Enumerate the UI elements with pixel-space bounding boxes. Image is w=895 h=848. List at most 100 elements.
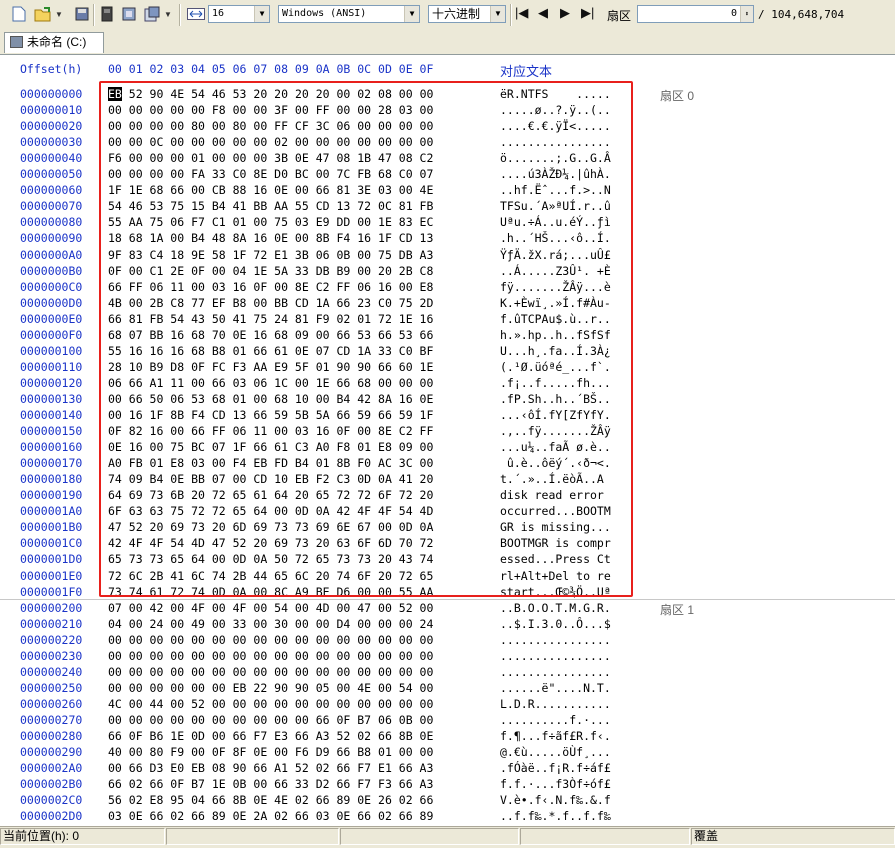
row-hex-bytes[interactable]: 66 FF 06 11 00 03 16 0F 00 8E C2 FF 06 1… xyxy=(108,280,433,294)
row-hex-bytes[interactable]: 42 4F 4F 54 4D 47 52 20 69 73 20 63 6F 6… xyxy=(108,536,433,550)
hex-row[interactable]: 0000002B0 66 02 66 0F B7 1E 0B 00 66 33 D… xyxy=(0,776,895,792)
row-text[interactable]: ŸƒÄ.žX.rá;...uÛ£ xyxy=(500,248,611,262)
hex-row[interactable]: 0000001E0 72 6C 2B 41 6C 74 2B 44 65 6C 2… xyxy=(0,568,895,584)
hex-row[interactable]: 000000230 00 00 00 00 00 00 00 00 00 00 0… xyxy=(0,648,895,664)
row-text[interactable]: ö.......;.G..G.Â xyxy=(500,151,611,165)
row-text[interactable]: start...Œ©¾Ö..Uª xyxy=(500,585,611,599)
row-hex-bytes[interactable]: 00 00 00 00 FA 33 C0 8E D0 BC 00 7C FB 6… xyxy=(108,167,433,181)
row-text[interactable]: U...h¸.fa..Í.3À¿ xyxy=(500,344,611,358)
row-text[interactable]: f.ûTCPAu$.ù..r.. xyxy=(500,312,611,326)
row-text[interactable]: essed...Press Ct xyxy=(500,552,611,566)
hex-row[interactable]: 000000080 55 AA 75 06 F7 C1 01 00 75 03 E… xyxy=(0,214,895,230)
row-text[interactable]: t.´.»..Í.ëòÃ..A xyxy=(500,472,611,486)
hex-row[interactable]: 000000090 18 68 1A 00 B4 48 8A 16 0E 00 8… xyxy=(0,230,895,246)
row-hex-bytes[interactable]: 55 AA 75 06 F7 C1 01 00 75 03 E9 DD 00 1… xyxy=(108,215,433,229)
row-hex-bytes[interactable]: 74 09 B4 0E BB 07 00 CD 10 EB F2 C3 0D 0… xyxy=(108,472,433,486)
row-text[interactable]: disk read error xyxy=(500,488,611,502)
row-text[interactable]: K.+Èwï¸.»Í.f#Àu- xyxy=(500,296,611,310)
row-text[interactable]: ................ xyxy=(500,135,611,149)
row-text[interactable]: .f¡..f.....fh... xyxy=(500,376,611,390)
hex-row[interactable]: 000000030 00 00 0C 00 00 00 00 00 02 00 0… xyxy=(0,134,895,150)
hex-row[interactable]: 000000110 28 10 B9 D8 0F FC F3 AA E9 5F 0… xyxy=(0,359,895,375)
row-hex-bytes[interactable]: 28 10 B9 D8 0F FC F3 AA E9 5F 01 90 90 6… xyxy=(108,360,433,374)
row-text[interactable]: ................ xyxy=(500,665,611,679)
row-hex-bytes[interactable]: 00 00 00 00 00 00 00 00 00 00 00 00 00 0… xyxy=(108,633,433,647)
hex-row[interactable]: 000000000 EB 52 90 4E 54 46 53 20 20 20 2… xyxy=(0,86,895,103)
sector-input[interactable]: 0 ⬍ xyxy=(637,5,754,23)
hex-row[interactable]: 000000240 00 00 00 00 00 00 00 00 00 00 0… xyxy=(0,664,895,680)
hex-row[interactable]: 000000190 64 69 73 6B 20 72 65 61 64 20 6… xyxy=(0,487,895,503)
row-text[interactable]: ..B.O.O.T.M.G.R. xyxy=(500,601,611,615)
row-text[interactable]: ..Á.....Z3Û¹. +È xyxy=(500,264,611,278)
row-text[interactable]: ..$.I.3.0..Ô...$ xyxy=(500,617,611,631)
row-text[interactable]: Uªu.÷Á..u.éÝ..ƒì xyxy=(500,215,611,229)
hex-row[interactable]: 000000140 00 16 1F 8B F4 CD 13 66 59 5B 5… xyxy=(0,407,895,423)
hex-row[interactable]: 0000002A0 00 66 D3 E0 EB 08 90 66 A1 52 0… xyxy=(0,760,895,776)
row-text[interactable]: rl+Alt+Del to re xyxy=(500,569,611,583)
row-text[interactable]: .fP.Sh..h..´BŠ.. xyxy=(500,392,611,406)
row-hex-bytes[interactable]: 00 00 00 00 00 00 00 00 00 00 00 00 00 0… xyxy=(108,665,433,679)
row-hex-bytes[interactable]: 6F 63 63 75 72 72 65 64 00 0D 0A 42 4F 4… xyxy=(108,504,433,518)
hex-row[interactable]: 000000100 55 16 16 16 68 B8 01 66 61 0E 0… xyxy=(0,343,895,359)
save-icon[interactable] xyxy=(73,5,91,23)
row-text[interactable]: TFSu.´A»ªUÍ.r..û xyxy=(500,199,611,213)
hex-row[interactable]: 000000200 07 00 42 00 4F 00 4F 00 54 00 4… xyxy=(0,600,895,617)
hex-row[interactable]: 0000000A0 9F 83 C4 18 9E 58 1F 72 E1 3B 0… xyxy=(0,247,895,263)
row-hex-bytes[interactable]: 65 73 73 65 64 00 0D 0A 50 72 65 73 73 2… xyxy=(108,552,433,566)
hex-row[interactable]: 000000150 0F 82 16 00 66 FF 06 11 00 03 1… xyxy=(0,423,895,439)
hex-row[interactable]: 0000000E0 66 81 FB 54 43 50 41 75 24 81 F… xyxy=(0,311,895,327)
row-hex-bytes[interactable]: 07 00 42 00 4F 00 4F 00 54 00 4D 00 47 0… xyxy=(108,601,433,615)
last-sector-button[interactable]: ▶| xyxy=(581,5,594,21)
row-hex-bytes[interactable]: 0F 00 C1 2E 0F 00 04 1E 5A 33 DB B9 00 2… xyxy=(108,264,433,278)
row-text[interactable]: L.D.R........... xyxy=(500,697,611,711)
image-dropdown-icon[interactable]: ▼ xyxy=(163,5,173,23)
hex-row[interactable]: 0000002C0 56 02 E8 95 04 66 8B 0E 4E 02 6… xyxy=(0,792,895,808)
hex-row[interactable]: 000000040 F6 00 00 00 01 00 00 00 3B 0E 4… xyxy=(0,150,895,166)
row-text[interactable]: ..hf.Ëˆ...f.>..N xyxy=(500,183,611,197)
new-file-icon[interactable] xyxy=(10,5,28,23)
row-hex-bytes[interactable]: 9F 83 C4 18 9E 58 1F 72 E1 3B 06 0B 00 7… xyxy=(108,248,433,262)
chevron-down-icon[interactable]: ▼ xyxy=(490,6,505,22)
row-hex-bytes[interactable]: 00 00 00 00 00 F8 00 00 3F 00 FF 00 00 2… xyxy=(108,103,433,117)
next-sector-button[interactable]: ▶ xyxy=(560,5,570,21)
row-text[interactable]: ....ú3ÀŽÐ¼.|ûhÀ. xyxy=(500,167,611,181)
hex-row[interactable]: 000000060 1F 1E 68 66 00 CB 88 16 0E 00 6… xyxy=(0,182,895,198)
row-hex-bytes[interactable]: F6 00 00 00 01 00 00 00 3B 0E 47 08 1B 4… xyxy=(108,151,433,165)
row-hex-bytes[interactable]: 66 81 FB 54 43 50 41 75 24 81 F9 02 01 7… xyxy=(108,312,433,326)
row-hex-bytes[interactable]: 00 66 50 06 53 68 01 00 68 10 00 B4 42 8… xyxy=(108,392,433,406)
row-text[interactable]: @.€ù.....öÙf¸... xyxy=(500,745,611,759)
row-text[interactable]: .h..´HŠ...‹ô..Í. xyxy=(500,231,611,245)
hex-row[interactable]: 000000170 A0 FB 01 E8 03 00 F4 EB FD B4 0… xyxy=(0,455,895,471)
charset-select[interactable]: Windows (ANSI) ▼ xyxy=(278,5,420,23)
hex-row[interactable]: 000000020 00 00 00 00 80 00 80 00 FF CF 3… xyxy=(0,118,895,134)
row-hex-bytes[interactable]: 4B 00 2B C8 77 EF B8 00 BB CD 1A 66 23 C… xyxy=(108,296,433,310)
row-text[interactable]: ................ xyxy=(500,649,611,663)
chevron-down-icon[interactable]: ▼ xyxy=(404,6,419,22)
row-text[interactable]: ......ë"....N.T. xyxy=(500,681,611,695)
row-hex-bytes[interactable]: 18 68 1A 00 B4 48 8A 16 0E 00 8B F4 16 1… xyxy=(108,231,433,245)
first-sector-button[interactable]: |◀ xyxy=(515,5,528,21)
row-hex-bytes[interactable]: 66 02 66 0F B7 1E 0B 00 66 33 D2 66 F7 F… xyxy=(108,777,433,791)
row-hex-bytes[interactable]: 40 00 80 F9 00 0F 8F 0E 00 F6 D9 66 B8 0… xyxy=(108,745,433,759)
row-text[interactable]: ................ xyxy=(500,633,611,647)
row-hex-bytes[interactable]: 56 02 E8 95 04 66 8B 0E 4E 02 66 89 0E 2… xyxy=(108,793,433,807)
row-hex-bytes[interactable]: 00 66 D3 E0 EB 08 90 66 A1 52 02 66 F7 E… xyxy=(108,761,433,775)
display-mode-select[interactable]: 十六进制 ▼ xyxy=(428,5,506,23)
row-hex-bytes[interactable]: EB 52 90 4E 54 46 53 20 20 20 20 00 02 0… xyxy=(108,87,433,101)
row-hex-bytes[interactable]: 55 16 16 16 68 B8 01 66 61 0E 07 CD 1A 3… xyxy=(108,344,433,358)
hex-row[interactable]: 0000001D0 65 73 73 65 64 00 0D 0A 50 72 6… xyxy=(0,551,895,567)
disk-icon[interactable] xyxy=(98,5,116,23)
row-hex-bytes[interactable]: 0F 82 16 00 66 FF 06 11 00 03 16 0F 00 8… xyxy=(108,424,433,438)
hex-row[interactable]: 0000000C0 66 FF 06 11 00 03 16 0F 00 8E C… xyxy=(0,279,895,295)
ram-icon[interactable] xyxy=(120,5,138,23)
row-hex-bytes[interactable]: 03 0E 66 02 66 89 0E 2A 02 66 03 0E 66 0… xyxy=(108,809,433,823)
row-text[interactable]: h.».hp..h..fSfSf xyxy=(500,328,611,342)
hex-row[interactable]: 0000000F0 68 07 BB 16 68 70 0E 16 68 09 0… xyxy=(0,327,895,343)
hex-row[interactable]: 0000001F0 73 74 61 72 74 0D 0A 00 8C A9 B… xyxy=(0,584,895,600)
open-dropdown-icon[interactable]: ▼ xyxy=(54,5,64,23)
bytes-per-row-select[interactable]: 16 ▼ xyxy=(208,5,270,23)
hex-row[interactable]: 000000180 74 09 B4 0E BB 07 00 CD 10 EB F… xyxy=(0,471,895,487)
row-hex-bytes[interactable]: 04 00 24 00 49 00 33 00 30 00 00 D4 00 0… xyxy=(108,617,433,631)
row-hex-bytes[interactable]: 73 74 61 72 74 0D 0A 00 8C A9 BE D6 00 0… xyxy=(108,585,433,599)
row-text[interactable]: ...u¼..faÃ ø.è.. xyxy=(500,440,611,454)
